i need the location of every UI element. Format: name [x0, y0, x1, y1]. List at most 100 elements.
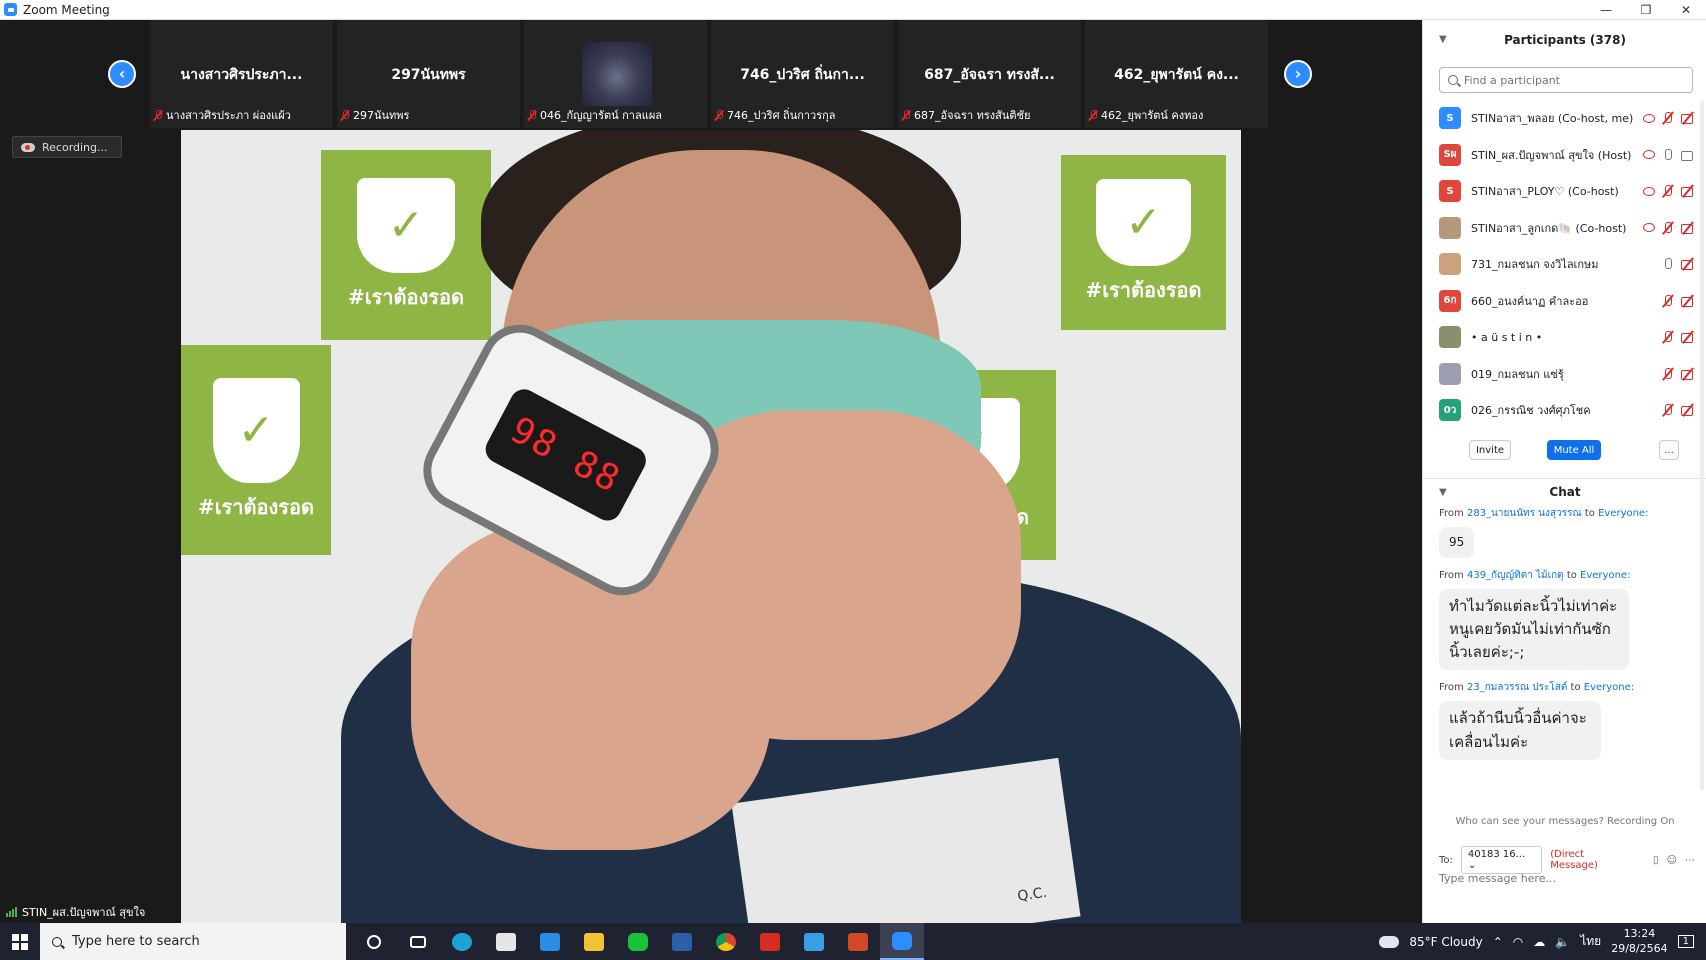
shield-check-icon: ✓	[356, 177, 456, 273]
participant-row[interactable]: 019_กมลชนก แซ่รุ้	[1423, 356, 1706, 393]
camera-on-icon[interactable]	[1681, 149, 1695, 161]
message-bubble: 95	[1439, 527, 1475, 558]
prev-page-button[interactable]: ‹	[108, 60, 136, 88]
edge-icon[interactable]	[440, 923, 484, 960]
video-tile[interactable]: 462_ยุพารัตน์ คง... 462_ยุพารัตน์ คงทอง	[1085, 20, 1270, 128]
video-tile[interactable]: 046_กัญญารัตน์ กาลแผล	[524, 20, 709, 128]
camera-off-icon[interactable]	[1681, 185, 1695, 198]
mic-muted-icon[interactable]	[1661, 112, 1675, 124]
sender-link[interactable]: 23_กมลวรรณ ประโสต์	[1467, 682, 1567, 693]
language-indicator[interactable]: ไทย	[1580, 932, 1601, 951]
participant-name: STINอาสา_PLOY♡ (Co-host)	[1471, 185, 1619, 199]
tile-label: นางสาวศิรประภา ผ่องแผ้ว	[154, 106, 291, 124]
tile-name: 687_อัจฉรา ทรงสั...	[924, 67, 1055, 83]
taskbar-search[interactable]: Type here to search	[40, 923, 346, 960]
avatar	[1439, 362, 1461, 385]
mic-muted-icon[interactable]	[1661, 331, 1675, 343]
restore-button[interactable]: ❐	[1626, 0, 1666, 20]
participant-name: 026_กรรณิช วงศ์ศุภโชค	[1471, 404, 1591, 418]
search-input[interactable]	[1464, 73, 1674, 87]
line-icon[interactable]	[616, 923, 660, 960]
message-meta: From 439_กัญญ์ทิตา ไม้เกตุ to Everyone:	[1439, 569, 1631, 581]
participants-title: Participants (378)	[1504, 33, 1626, 47]
message-bubble: แล้วถ้านีบนิ้วอื่นค่าจะเคลื่อนไมค่ะ	[1439, 701, 1601, 760]
mic-on-icon[interactable]	[1661, 148, 1675, 161]
participant-row[interactable]: Sผ STIN_ผส.ปัญจพาณ์ สุขใจ (Host)	[1423, 137, 1706, 174]
participant-row[interactable]: • a ü s t i n •	[1423, 319, 1706, 356]
recipient-select[interactable]: 40183 16... ⌄	[1460, 846, 1543, 874]
media-player-icon[interactable]	[792, 923, 836, 960]
video-tile[interactable]: 297นันทพร 297นันทพร	[337, 20, 522, 128]
more-icon[interactable]: ⋯	[1685, 855, 1695, 866]
camera-off-icon[interactable]	[1681, 404, 1695, 417]
camera-off-icon[interactable]	[1681, 295, 1695, 307]
clock[interactable]: 13:24 29/8/2564	[1611, 927, 1667, 956]
next-page-button[interactable]: ›	[1284, 60, 1312, 88]
participant-row[interactable]: 0ว 026_กรรณิช วงศ์ศุภโชค	[1423, 392, 1706, 429]
participant-name: • a ü s t i n •	[1471, 330, 1543, 344]
invite-button[interactable]: Invite	[1469, 440, 1511, 460]
mute-all-button[interactable]: Mute All	[1547, 440, 1601, 460]
mic-muted-icon[interactable]	[1661, 294, 1675, 307]
message-input[interactable]	[1439, 872, 1695, 885]
chat-message: From 439_กัญญ์ทิตา ไม้เกตุ to Everyone: …	[1439, 568, 1695, 681]
cloud-icon	[1379, 935, 1400, 948]
participant-row[interactable]: S STINอาสา_พลอย (Co-host, me)	[1423, 100, 1706, 137]
participant-actions: Invite Mute All ...	[1423, 438, 1706, 462]
zoom-taskbar-icon[interactable]	[880, 923, 924, 960]
volume-icon[interactable]: 🔈	[1555, 935, 1570, 949]
hide-video-icon	[1643, 186, 1655, 196]
participant-row[interactable]: 6ก 660_อนงค์นาฏ คำละออ	[1423, 283, 1706, 320]
scrollbar[interactable]	[1700, 100, 1704, 790]
visibility-notice[interactable]: Who can see your messages? Recording On	[1423, 816, 1706, 827]
task-view-icon[interactable]	[396, 923, 440, 960]
weather-text[interactable]: 85°F Cloudy	[1409, 935, 1482, 949]
collapse-chevron-icon[interactable]: ▼	[1439, 34, 1447, 45]
mail-icon[interactable]	[528, 923, 572, 960]
avatar: S	[1439, 180, 1461, 203]
emoji-icon[interactable]: ☺	[1667, 855, 1677, 866]
video-tile[interactable]: นางสาวศิรประภา... นางสาวศิรประภา ผ่องแผ้…	[150, 20, 335, 128]
video-tile[interactable]: 687_อัจฉรา ทรงสั... 687_อัจฉรา ทรงสันติช…	[898, 20, 1083, 128]
mic-muted-icon[interactable]	[1661, 404, 1675, 416]
start-button[interactable]	[0, 923, 40, 960]
store-icon[interactable]	[484, 923, 528, 960]
acrobat-icon[interactable]	[748, 923, 792, 960]
network-icon[interactable]: ◠	[1513, 935, 1523, 949]
zoom-app: Zoom Meeting — ❐ ✕ ‹ นางสาวศิรประภา... น…	[0, 0, 1706, 960]
mic-muted-icon[interactable]	[1661, 185, 1675, 197]
close-button[interactable]: ✕	[1666, 0, 1706, 20]
to-label: To:	[1439, 854, 1453, 866]
search-icon	[52, 936, 62, 947]
camera-off-icon[interactable]	[1681, 331, 1695, 344]
minimize-button[interactable]: —	[1586, 0, 1626, 20]
onedrive-icon[interactable]: ☁	[1533, 935, 1545, 949]
camera-off-icon[interactable]	[1681, 112, 1695, 125]
participant-row[interactable]: S STINอาสา_PLOY♡ (Co-host)	[1423, 173, 1706, 210]
video-tile[interactable]: 746_ปวริศ ถิ่นกา... 746_ปวริศ ถิ่นกาวรกุ…	[711, 20, 896, 128]
participant-row[interactable]: STINอาสา_ลูกเกด🐚 (Co-host)	[1423, 210, 1706, 247]
recording-indicator[interactable]: Recording...	[12, 136, 122, 158]
system-tray: 85°F Cloudy ⌃ ◠ ☁ 🔈 ไทย 13:24 29/8/2564 …	[1379, 923, 1706, 960]
camera-off-icon[interactable]	[1681, 258, 1695, 271]
camera-off-icon[interactable]	[1681, 368, 1695, 380]
sender-link[interactable]: 283_นายนนัทร นงสุวรรณ	[1467, 508, 1582, 519]
recording-label: Recording...	[42, 140, 108, 154]
mic-on-icon[interactable]	[1661, 258, 1675, 270]
powerpoint-icon[interactable]	[836, 923, 880, 960]
notification-icon[interactable]: 1	[1677, 935, 1694, 948]
chrome-icon[interactable]	[704, 923, 748, 960]
cortana-icon[interactable]	[352, 923, 396, 960]
file-icon[interactable]: ▯	[1653, 855, 1659, 866]
sender-link[interactable]: 439_กัญญ์ทิตา ไม้เกตุ	[1467, 570, 1564, 581]
more-button[interactable]: ...	[1659, 440, 1679, 460]
participant-search[interactable]	[1439, 67, 1693, 93]
collapse-chevron-icon[interactable]: ▼	[1439, 487, 1447, 498]
mic-muted-icon[interactable]	[1661, 367, 1675, 380]
participant-row[interactable]: 731_กมลชนก จงวิไลเกษม	[1423, 246, 1706, 283]
camera-off-icon[interactable]	[1681, 222, 1695, 234]
chevron-up-icon[interactable]: ⌃	[1493, 935, 1503, 949]
mic-muted-icon[interactable]	[1661, 221, 1675, 234]
word-icon[interactable]	[660, 923, 704, 960]
file-explorer-icon[interactable]	[572, 923, 616, 960]
